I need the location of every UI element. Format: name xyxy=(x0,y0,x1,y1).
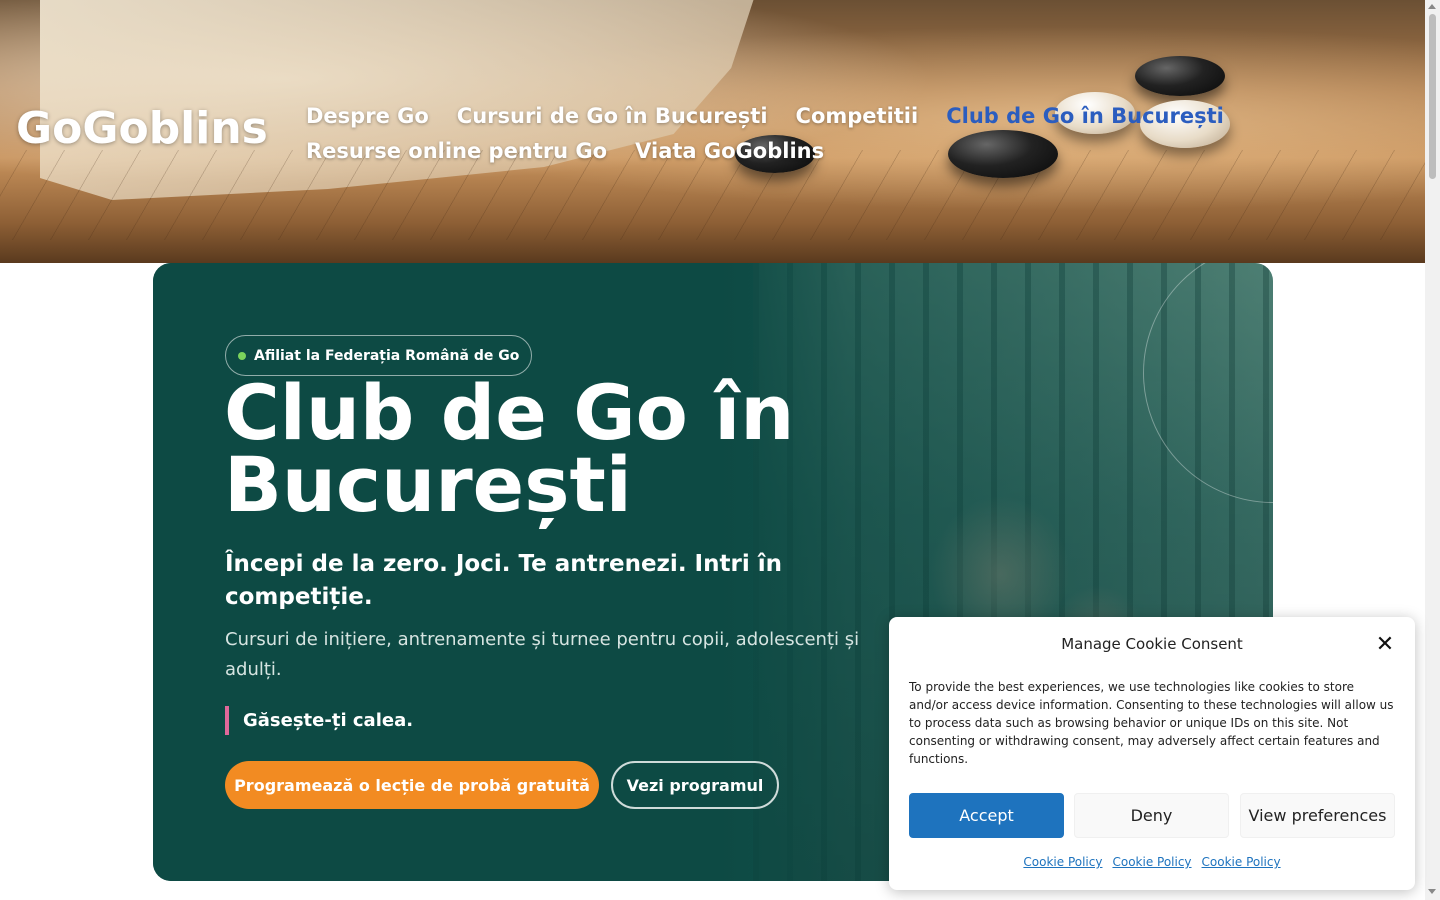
cookie-dialog-body: To provide the best experiences, we use … xyxy=(909,680,1394,766)
page-scrollbar[interactable] xyxy=(1425,0,1440,900)
scroll-up-arrow-icon[interactable] xyxy=(1428,4,1436,9)
hero-subtitle: Începi de la zero. Joci. Te antrenezi. I… xyxy=(225,551,782,610)
scroll-thumb[interactable] xyxy=(1429,14,1436,179)
view-preferences-button[interactable]: View preferences xyxy=(1240,793,1395,838)
badge-label: Afiliat la Federația Română de Go xyxy=(254,347,520,364)
site-title-link[interactable]: GoGoblins xyxy=(16,103,268,154)
accept-button[interactable]: Accept xyxy=(909,793,1064,838)
cookie-dialog-title: Manage Cookie Consent xyxy=(1061,635,1243,653)
close-icon[interactable]: ✕ xyxy=(1375,634,1395,656)
site-header: GoGoblins Despre Go Cursuri de Go în Buc… xyxy=(0,0,1425,263)
cookie-policy-link[interactable]: Cookie Policy xyxy=(1202,855,1281,869)
green-dot-icon xyxy=(238,351,246,360)
nav-link-cursuri[interactable]: Cursuri de Go în București xyxy=(457,104,768,128)
hero-description: Cursuri de inițiere, antrenamente și tur… xyxy=(225,629,860,680)
hero-tagline: Găsește-ți calea. xyxy=(225,706,413,735)
nav-row-2: Resurse online pentru Go Viata GoGoblins xyxy=(306,133,1266,168)
nav-link-despre-go[interactable]: Despre Go xyxy=(306,104,429,128)
cookie-policy-link[interactable]: Cookie Policy xyxy=(1023,855,1102,869)
hero-title: Club de Go în București xyxy=(224,368,795,529)
scroll-down-arrow-icon[interactable] xyxy=(1428,889,1436,894)
deny-button[interactable]: Deny xyxy=(1074,793,1229,838)
main-nav: Despre Go Cursuri de Go în București Com… xyxy=(306,98,1266,168)
nav-link-viata[interactable]: Viata GoGoblins xyxy=(635,139,824,163)
cookie-policy-link[interactable]: Cookie Policy xyxy=(1112,855,1191,869)
book-free-lesson-button[interactable]: Programează o lecție de probă gratuită xyxy=(225,761,599,809)
nav-row-1: Despre Go Cursuri de Go în București Com… xyxy=(306,98,1266,133)
cookie-consent-dialog: Manage Cookie Consent ✕ To provide the b… xyxy=(889,617,1415,890)
cookie-policy-links: Cookie Policy Cookie Policy Cookie Polic… xyxy=(889,855,1415,869)
view-schedule-button[interactable]: Vezi programul xyxy=(611,761,779,809)
nav-link-club-active[interactable]: Club de Go în București xyxy=(946,104,1224,128)
go-stone-black xyxy=(1135,56,1225,96)
nav-link-resurse[interactable]: Resurse online pentru Go xyxy=(306,139,607,163)
nav-link-competitii[interactable]: Competitii xyxy=(796,104,919,128)
